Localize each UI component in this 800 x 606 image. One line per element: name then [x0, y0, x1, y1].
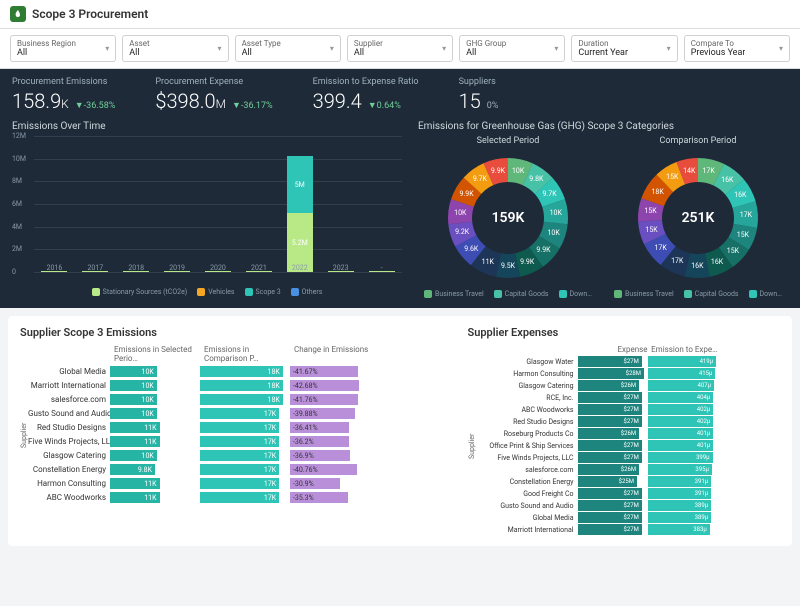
legend-item[interactable]: Business Travel	[424, 290, 484, 298]
bar-column[interactable]: 2019	[157, 136, 198, 272]
table-row[interactable]: salesforce.com 10K 18K -41.76%	[28, 393, 458, 406]
filter-asset[interactable]: Asset All ▾	[122, 35, 228, 62]
header: Scope 3 Procurement	[0, 0, 800, 29]
table-row[interactable]: Marriott International 10K 18K -42.68%	[28, 379, 458, 392]
filter-business-region[interactable]: Business Region All ▾	[10, 35, 116, 62]
bar-column[interactable]: 2021	[238, 136, 279, 272]
legend-item[interactable]: Down…	[559, 290, 592, 298]
chevron-down-icon: ▾	[330, 44, 334, 53]
bottom-tables: Supplier Scope 3 Emissions Emissions in …	[8, 316, 792, 546]
legend-item[interactable]: Vehicles	[197, 288, 234, 296]
bar-column[interactable]: 2017	[75, 136, 116, 272]
kpi-ratio: Emission to Expense Ratio 399.4 ▼0.64%	[313, 77, 419, 113]
chart-ghg-categories: Emissions for Greenhouse Gas (GHG) Scope…	[418, 121, 788, 298]
kpi-emissions: Procurement Emissions 158.9K ▼-36.58%	[12, 77, 115, 113]
chevron-down-icon: ▾	[442, 44, 446, 53]
filter-duration[interactable]: Duration Current Year ▾	[571, 35, 677, 62]
table-row[interactable]: Roseburg Products Co $26M 401µ	[476, 428, 781, 439]
donut-1: Comparison Period 17K16K16K17K15K15K16K1…	[608, 136, 788, 298]
kpi-delta: ▼-36.58%	[75, 100, 116, 111]
bar-column[interactable]: 2018	[116, 136, 157, 272]
kpi-row: Procurement Emissions 158.9K ▼-36.58% Pr…	[12, 77, 788, 113]
chevron-down-icon: ▾	[105, 44, 109, 53]
page-title: Scope 3 Procurement	[32, 7, 148, 21]
table-row[interactable]: Office Print & Ship Services $27M 401µ	[476, 440, 781, 451]
kpi-suppliers: Suppliers 15 0%	[459, 77, 499, 113]
bar-column[interactable]: 2016	[34, 136, 75, 272]
table-row[interactable]: Marriott International $27M 383µ	[476, 524, 781, 535]
legend-item[interactable]: Capital Goods	[494, 290, 549, 298]
table-row[interactable]: Five Winds Projects, LLC 11K 17K -36.2%	[28, 435, 458, 448]
table-row[interactable]: Global Media 10K 18K -41.67%	[28, 365, 458, 378]
bar-column[interactable]: 5M5.2M2022	[279, 136, 320, 272]
table-row[interactable]: Constellation Energy $25M 391µ	[476, 476, 781, 487]
bar-column[interactable]: -	[361, 136, 402, 272]
kpi-expense: Procurement Expense $398.0M ▼-36.17%	[155, 77, 272, 113]
table-row[interactable]: Gusto Sound and Audio 10K 17K -39.88%	[28, 407, 458, 420]
bar-column[interactable]: 2023	[320, 136, 361, 272]
table-row[interactable]: Glasgow Catering 10K 17K -36.9%	[28, 449, 458, 462]
table-row[interactable]: Glasgow Catering $26M 407µ	[476, 380, 781, 391]
legend-item[interactable]: Others	[291, 288, 323, 296]
donut-0: Selected Period 10K9.8K9.7K10K10K9.9K9.9…	[418, 136, 598, 298]
chevron-down-icon: ▾	[218, 44, 222, 53]
legend-item[interactable]: Scope 3	[245, 288, 281, 296]
table-row[interactable]: ABC Woodworks $27M 402µ	[476, 404, 781, 415]
filter-bar: Business Region All ▾ Asset All ▾ Asset …	[0, 29, 800, 69]
table-row[interactable]: RCE, Inc. $27M 404µ	[476, 392, 781, 403]
table-row[interactable]: Gusto Sound and Audio $27M 389µ	[476, 500, 781, 511]
chevron-down-icon: ▾	[554, 44, 558, 53]
table-row[interactable]: Five Winds Projects, LLC $27M 399µ	[476, 452, 781, 463]
table-row[interactable]: Constellation Energy 9.8K 17K -40.76%	[28, 463, 458, 476]
donut-center-value: 251K	[682, 210, 715, 226]
filter-compare-to[interactable]: Compare To Previous Year ▾	[684, 35, 790, 62]
app-logo-icon	[10, 6, 26, 22]
dark-panel: Procurement Emissions 158.9K ▼-36.58% Pr…	[0, 69, 800, 308]
table-row[interactable]: ABC Woodworks 11K 17K -35.3%	[28, 491, 458, 504]
table-row[interactable]: Good Freight Co $27M 391µ	[476, 488, 781, 499]
legend-item[interactable]: Business Travel	[614, 290, 674, 298]
legend-item[interactable]: Capital Goods	[684, 290, 739, 298]
chevron-down-icon: ▾	[667, 44, 671, 53]
legend-item[interactable]: Down…	[749, 290, 782, 298]
kpi-label: Procurement Emissions	[12, 77, 115, 87]
filter-supplier[interactable]: Supplier All ▾	[347, 35, 453, 62]
table-row[interactable]: Harmon Consulting $28M 415µ	[476, 368, 781, 379]
filter-ghg-group[interactable]: GHG Group All ▾	[459, 35, 565, 62]
chart-emissions-over-time: Emissions Over Time 02M4M6M8M10M12M20162…	[12, 121, 402, 298]
legend-item[interactable]: Stationary Sources (tCO2e)	[92, 288, 188, 296]
filter-asset-type[interactable]: Asset Type All ▾	[235, 35, 341, 62]
table-supplier-emissions: Supplier Scope 3 Emissions Emissions in …	[20, 326, 458, 536]
table-row[interactable]: Global Media $27M 389µ	[476, 512, 781, 523]
chevron-down-icon: ▾	[779, 44, 783, 53]
table-row[interactable]: Red Studio Designs $27M 402µ	[476, 416, 781, 427]
table-row[interactable]: Red Studio Designs 11K 17K -36.41%	[28, 421, 458, 434]
kpi-value: 158.9K	[12, 89, 69, 113]
table-supplier-expenses: Supplier Expenses ExpenseEmission to Exp…	[468, 326, 781, 536]
table-row[interactable]: salesforce.com $26M 395µ	[476, 464, 781, 475]
table-row[interactable]: Harmon Consulting 11K 17K -30.9%	[28, 477, 458, 490]
donut-center-value: 159K	[492, 210, 525, 226]
table-row[interactable]: Glasgow Water $27M 419µ	[476, 356, 781, 367]
bar-column[interactable]: 2020	[198, 136, 239, 272]
